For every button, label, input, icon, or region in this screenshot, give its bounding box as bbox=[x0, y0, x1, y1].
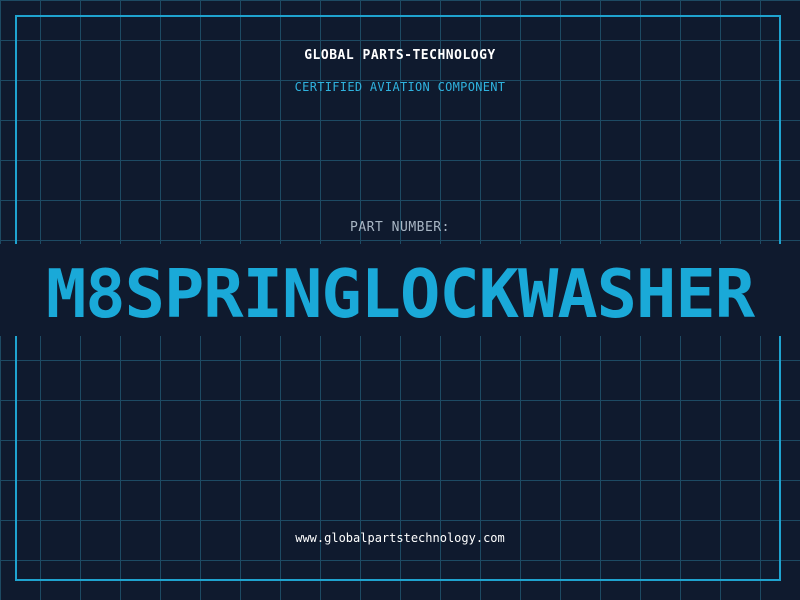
website-url: www.globalpartstechnology.com bbox=[295, 531, 505, 545]
company-name: GLOBAL PARTS-TECHNOLOGY bbox=[304, 48, 496, 63]
product-label-canvas: GLOBAL PARTS-TECHNOLOGY CERTIFIED AVIATI… bbox=[0, 0, 800, 600]
certification-tagline: CERTIFIED AVIATION COMPONENT bbox=[294, 80, 506, 94]
part-number-label: PART NUMBER: bbox=[350, 220, 450, 235]
part-number-value: M8SPRINGLOCKWASHER bbox=[45, 255, 755, 333]
